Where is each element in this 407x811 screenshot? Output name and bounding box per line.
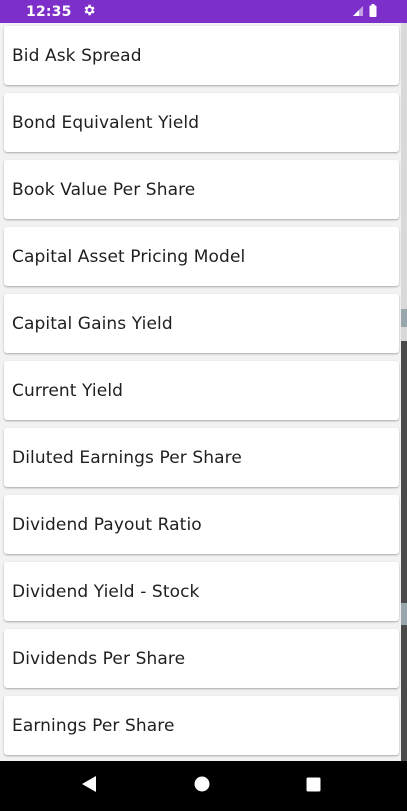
screen: 12:35 Bid Ask Spread Bond Equivalent Yie… [0, 0, 407, 811]
list-item-bid-ask-spread[interactable]: Bid Ask Spread [4, 26, 399, 85]
calculator-list: Bid Ask Spread Bond Equivalent Yield Boo… [0, 23, 404, 761]
list-item-diluted-earnings-per-share[interactable]: Diluted Earnings Per Share [4, 428, 399, 487]
list-item-earnings-per-share[interactable]: Earnings Per Share [4, 696, 399, 755]
scrollbar-thumb[interactable] [401, 23, 407, 341]
list-item-dividends-per-share[interactable]: Dividends Per Share [4, 629, 399, 688]
edge-marker [401, 603, 407, 625]
list-item-bond-equivalent-yield[interactable]: Bond Equivalent Yield [4, 93, 399, 152]
recents-icon [306, 777, 321, 796]
list-item-label: Dividend Payout Ratio [12, 514, 202, 535]
navigation-bar [0, 761, 407, 811]
signal-icon [352, 2, 364, 21]
battery-icon [369, 2, 377, 21]
list-item-current-yield[interactable]: Current Yield [4, 361, 399, 420]
home-button[interactable] [187, 771, 217, 801]
list-item-label: Book Value Per Share [12, 179, 196, 200]
list-item-label: Diluted Earnings Per Share [12, 447, 242, 468]
back-icon [81, 775, 97, 797]
list-item-label: Bid Ask Spread [12, 45, 142, 66]
status-left: 12:35 [26, 2, 96, 21]
home-icon [194, 776, 210, 796]
status-bar: 12:35 [0, 0, 407, 23]
list-item-capital-gains-yield[interactable]: Capital Gains Yield [4, 294, 399, 353]
gear-icon [82, 2, 96, 21]
list-item-label: Capital Gains Yield [12, 313, 173, 334]
scrollbar-track[interactable] [401, 23, 407, 761]
list-item-label: Capital Asset Pricing Model [12, 246, 246, 267]
status-time: 12:35 [26, 3, 72, 20]
list-item-dividend-payout-ratio[interactable]: Dividend Payout Ratio [4, 495, 399, 554]
recents-button[interactable] [298, 771, 328, 801]
list-item-dividend-yield-stock[interactable]: Dividend Yield - Stock [4, 562, 399, 621]
back-button[interactable] [74, 771, 104, 801]
list-item-label: Dividends Per Share [12, 648, 186, 669]
list-item-capital-asset-pricing-model[interactable]: Capital Asset Pricing Model [4, 227, 399, 286]
list-item-label: Bond Equivalent Yield [12, 112, 200, 133]
edge-marker [401, 309, 407, 327]
list-item-label: Earnings Per Share [12, 715, 175, 736]
list-item-book-value-per-share[interactable]: Book Value Per Share [4, 160, 399, 219]
list-item-label: Dividend Yield - Stock [12, 581, 200, 602]
list-item-label: Current Yield [12, 380, 124, 401]
status-right [352, 2, 377, 21]
